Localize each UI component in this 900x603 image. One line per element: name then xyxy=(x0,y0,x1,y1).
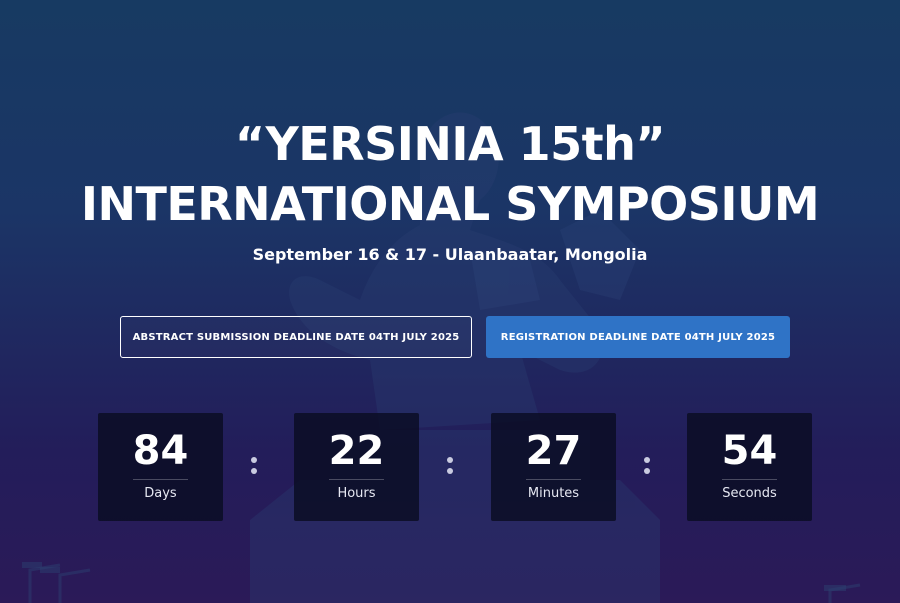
countdown-days: 84 Days xyxy=(98,413,223,521)
hero-section: “YERSINIA 15th” INTERNATIONAL SYMPOSIUM … xyxy=(0,0,900,603)
countdown-divider xyxy=(526,479,581,480)
registration-deadline-button[interactable]: REGISTRATION DEADLINE DATE 04TH JULY 202… xyxy=(486,316,790,358)
countdown-hours: 22 Hours xyxy=(294,413,419,521)
countdown-colon-separator xyxy=(643,455,651,479)
countdown-hours-label: Hours xyxy=(337,486,376,501)
countdown-days-value: 84 xyxy=(132,428,189,474)
countdown-divider xyxy=(133,479,188,480)
countdown-hours-value: 22 xyxy=(328,428,385,474)
countdown-divider xyxy=(329,479,384,480)
countdown-seconds: 54 Seconds xyxy=(687,413,812,521)
countdown-seconds-value: 54 xyxy=(721,428,778,474)
countdown-minutes-value: 27 xyxy=(525,428,582,474)
event-title-line-1: “YERSINIA 15th” xyxy=(234,117,666,171)
countdown-divider xyxy=(722,479,777,480)
countdown-colon-separator xyxy=(446,455,454,479)
abstract-deadline-button[interactable]: ABSTRACT SUBMISSION DEADLINE DATE 04TH J… xyxy=(120,316,472,358)
countdown-minutes: 27 Minutes xyxy=(491,413,616,521)
countdown-colon-separator xyxy=(250,455,258,479)
event-date-location: September 16 & 17 - Ulaanbaatar, Mongoli… xyxy=(252,245,648,264)
hero-content: “YERSINIA 15th” INTERNATIONAL SYMPOSIUM … xyxy=(0,0,900,603)
event-title-line-2: INTERNATIONAL SYMPOSIUM xyxy=(80,177,820,231)
countdown-days-label: Days xyxy=(144,486,177,501)
countdown-minutes-label: Minutes xyxy=(527,486,580,501)
countdown-seconds-label: Seconds xyxy=(722,486,777,501)
